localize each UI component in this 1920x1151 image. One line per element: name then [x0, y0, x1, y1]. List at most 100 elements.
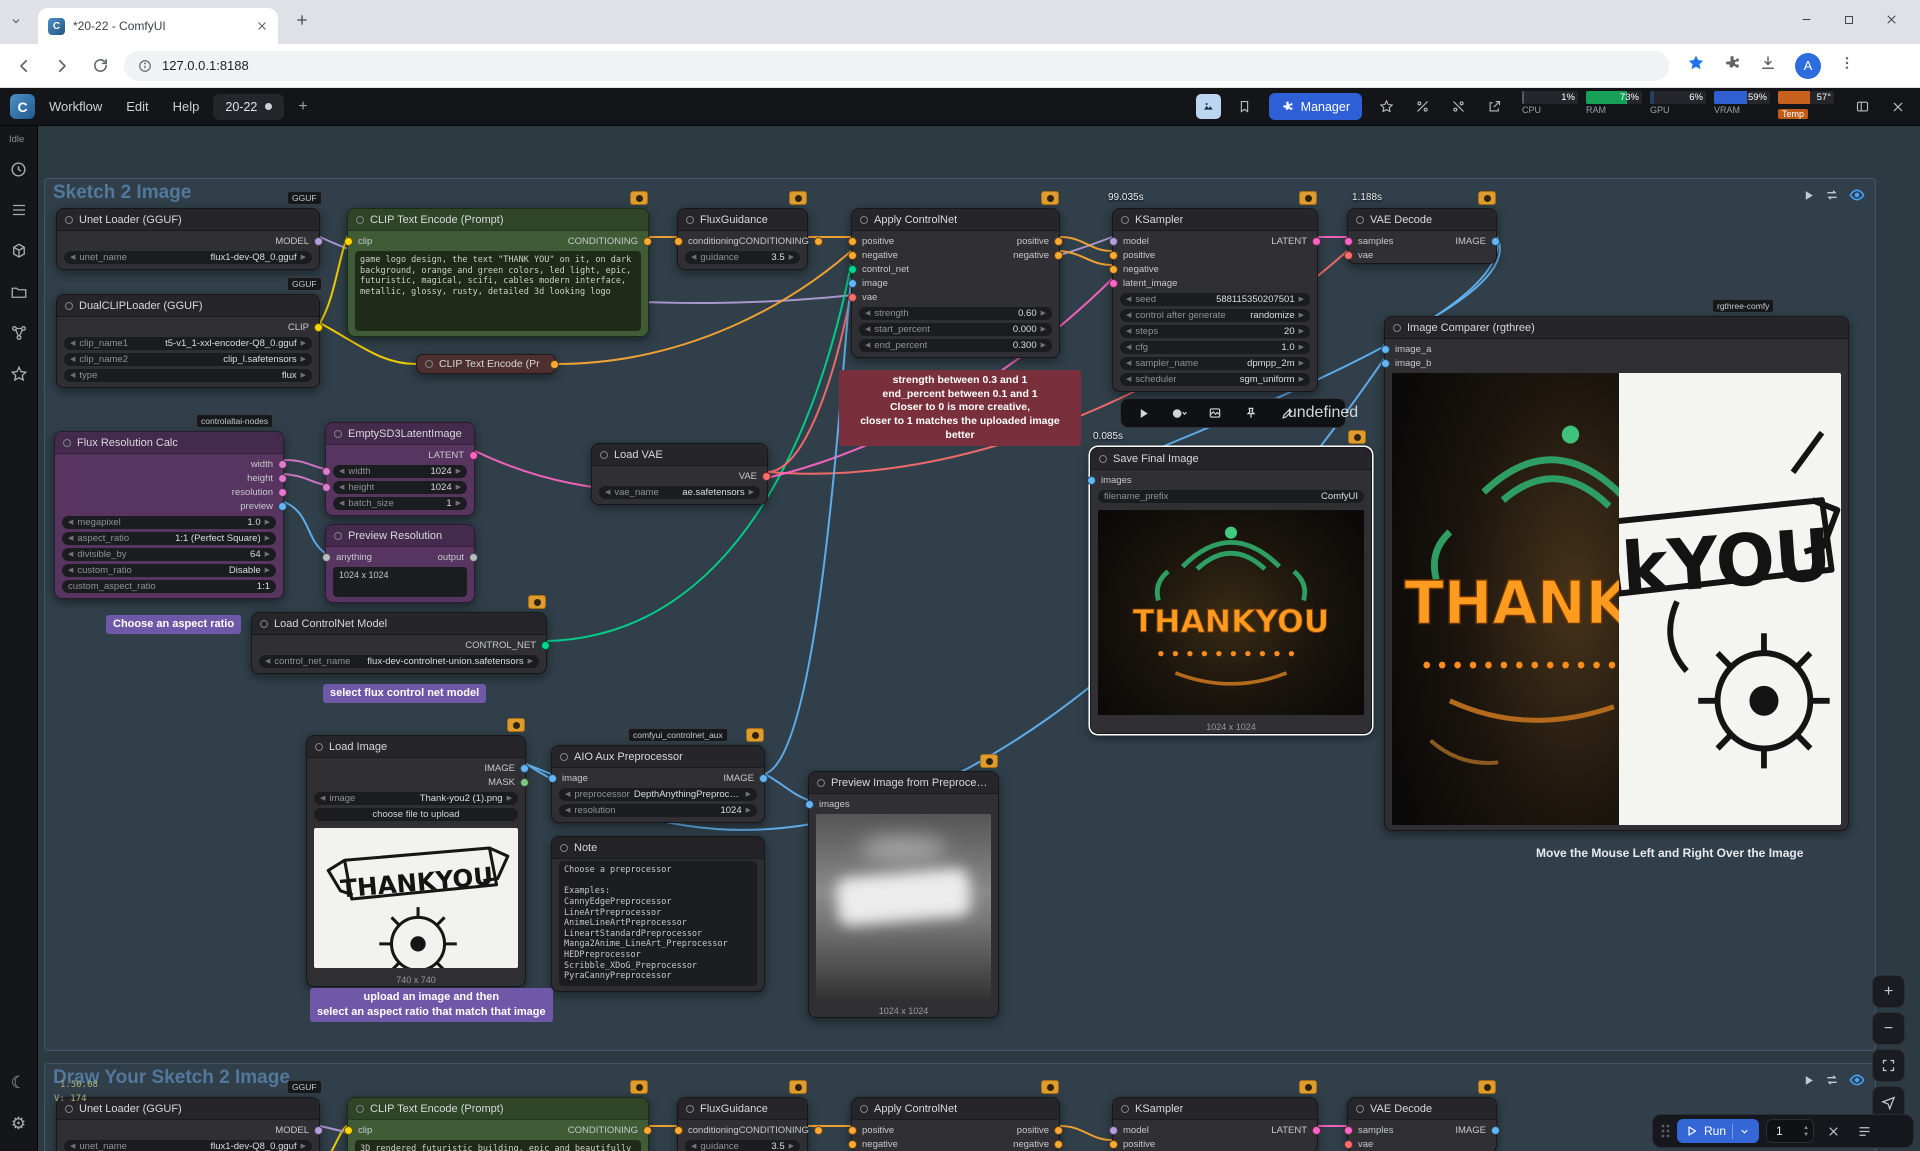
widget-custom-aspect-ratio[interactable]: custom_aspect_ratio1:1: [62, 580, 276, 593]
input-slot-icon[interactable]: [548, 774, 557, 783]
increment-icon[interactable]: ▶: [1041, 326, 1046, 333]
toggle-badges-icon[interactable]: [1446, 95, 1470, 119]
output-conditioning[interactable]: CONDITIONING: [739, 236, 823, 247]
widget-end-percent[interactable]: ◀end_percent0.300▶: [859, 339, 1052, 352]
input-slot-icon[interactable]: [848, 265, 857, 274]
collapse-dot-icon[interactable]: [860, 1105, 868, 1113]
node-emptysd3latentimage[interactable]: EmptySD3LatentImageLATENT◀width1024▶◀hei…: [325, 422, 475, 516]
increment-icon[interactable]: ▶: [265, 519, 270, 526]
node-load-controlnet-model[interactable]: Load ControlNet ModelCONTROL_NET◀control…: [251, 612, 547, 674]
widget-height[interactable]: ◀height1024▶: [333, 481, 467, 494]
input-slot-icon[interactable]: [1381, 345, 1390, 354]
input-image[interactable]: image: [548, 773, 588, 784]
tab-search-icon[interactable]: [10, 14, 22, 32]
input-image-b[interactable]: image_b: [1381, 358, 1431, 369]
close-panel-icon[interactable]: [1886, 95, 1910, 119]
increment-icon[interactable]: ▶: [746, 791, 751, 798]
input-slot-icon[interactable]: [805, 800, 814, 809]
collapse-dot-icon[interactable]: [1121, 1105, 1129, 1113]
output-clip[interactable]: CLIP: [288, 322, 323, 333]
input-slot-icon[interactable]: [848, 279, 857, 288]
tab-close-icon[interactable]: [256, 20, 268, 32]
collapse-dot-icon[interactable]: [817, 779, 825, 787]
output-latent[interactable]: LATENT: [428, 450, 478, 461]
decrement-icon[interactable]: ◀: [68, 567, 73, 574]
output-slot-icon[interactable]: [314, 237, 323, 246]
node-map-icon[interactable]: [5, 319, 33, 347]
bypass-button[interactable]: [1161, 399, 1197, 427]
widget-filename-prefix[interactable]: filename_prefixComfyUI: [1098, 490, 1364, 503]
forward-button[interactable]: [48, 52, 76, 80]
output-slot-icon[interactable]: [1312, 237, 1321, 246]
increment-icon[interactable]: ▶: [1299, 360, 1304, 367]
group-visibility-icon[interactable]: [1849, 1072, 1865, 1088]
widget-guidance[interactable]: ◀guidance3.5▶: [685, 251, 800, 264]
widget-cfg[interactable]: ◀cfg1.0▶: [1120, 341, 1310, 354]
widget-preprocessor[interactable]: ◀preprocessorDepthAnythingPreprocessor▶: [559, 788, 757, 801]
node-apply-controlnet[interactable]: Apply ControlNetpositivepositivenegative…: [851, 208, 1060, 358]
widget-scheduler[interactable]: ◀schedulersgm_uniform▶: [1120, 373, 1310, 386]
input-latent-image[interactable]: latent_image: [1109, 278, 1177, 289]
input-slot-icon[interactable]: [848, 1140, 857, 1149]
input-vae[interactable]: vae: [848, 292, 877, 303]
decrement-icon[interactable]: ◀: [865, 342, 870, 349]
node-save-final-image[interactable]: Save Final Imageimagesfilename_prefixCom…: [1090, 447, 1372, 734]
decrement-icon[interactable]: ◀: [605, 489, 610, 496]
input-slot-icon[interactable]: [1109, 1126, 1118, 1135]
output-output[interactable]: output: [438, 552, 478, 563]
output-slot-icon[interactable]: [469, 553, 478, 562]
decrement-icon[interactable]: ◀: [1126, 296, 1131, 303]
increment-icon[interactable]: ▶: [301, 356, 306, 363]
node-aio-aux-preprocessor[interactable]: AIO Aux PreprocessorimageIMAGE◀preproces…: [551, 745, 765, 823]
increment-icon[interactable]: ▶: [789, 254, 794, 261]
widget-width[interactable]: ◀width1024▶: [333, 465, 467, 478]
collapse-dot-icon[interactable]: [1099, 455, 1107, 463]
output-slot-icon[interactable]: [278, 502, 287, 511]
decrement-icon[interactable]: ◀: [70, 340, 75, 347]
batch-count-input[interactable]: 1 ▲▼: [1766, 1119, 1814, 1143]
group-visibility-icon[interactable]: [1849, 187, 1865, 203]
node-ksampler[interactable]: KSamplermodelLATENTpositivenegativelaten…: [1112, 208, 1318, 392]
input-positive[interactable]: positive: [848, 236, 894, 247]
output-slot-icon[interactable]: [1054, 1126, 1063, 1135]
input-control-net[interactable]: control_net: [848, 264, 909, 275]
increment-icon[interactable]: ▶: [1299, 376, 1304, 383]
back-button[interactable]: [10, 52, 38, 80]
decrement-icon[interactable]: ◀: [565, 791, 570, 798]
decrement-icon[interactable]: ◀: [865, 326, 870, 333]
decrement-icon[interactable]: ◀: [1126, 360, 1131, 367]
output-conditioning[interactable]: CONDITIONING: [739, 1125, 823, 1136]
output-slot-icon[interactable]: [550, 360, 559, 369]
input-anything[interactable]: anything: [322, 552, 372, 563]
widget-unet-name[interactable]: ◀unet_nameflux1-dev-Q8_0.gguf▶: [64, 1140, 312, 1151]
widget-divisible-by[interactable]: ◀divisible_by64▶: [62, 548, 276, 561]
input-clip[interactable]: clip: [344, 236, 372, 247]
decrement-icon[interactable]: ◀: [68, 535, 73, 542]
output-model[interactable]: MODEL: [275, 1125, 323, 1136]
note-text[interactable]: Choose a preprocessor Examples: CannyEdg…: [559, 861, 757, 986]
widget-type[interactable]: ◀typeflux▶: [64, 369, 312, 382]
widget-clip-name2[interactable]: ◀clip_name2clip_l.safetensors▶: [64, 353, 312, 366]
page-info-icon[interactable]: [138, 59, 152, 73]
increment-icon[interactable]: ▶: [265, 535, 270, 542]
output-slot-icon[interactable]: [1312, 1126, 1321, 1135]
output-negative[interactable]: negative: [1013, 1139, 1063, 1150]
output-image[interactable]: IMAGE: [723, 773, 768, 784]
browser-menu-icon[interactable]: [1839, 55, 1855, 76]
decrement-icon[interactable]: ◀: [339, 468, 344, 475]
increment-icon[interactable]: ▶: [1299, 344, 1304, 351]
input-model[interactable]: model: [1109, 1125, 1149, 1136]
node-load-image[interactable]: Load ImageIMAGEMASK◀imageThank-you2 (1).…: [306, 735, 526, 987]
theme-toggle-icon[interactable]: ☾: [5, 1069, 33, 1097]
collapse-dot-icon[interactable]: [334, 430, 342, 438]
group-toggle-icon[interactable]: [1825, 1073, 1839, 1087]
templates-gallery-icon[interactable]: [1196, 94, 1221, 119]
output-resolution[interactable]: resolution: [232, 487, 287, 498]
node-fluxguidance[interactable]: FluxGuidanceconditioningCONDITIONING◀gui…: [677, 208, 808, 270]
menu-edit[interactable]: Edit: [126, 99, 148, 114]
decrement-icon[interactable]: ◀: [691, 1143, 696, 1150]
increment-icon[interactable]: ▶: [1041, 342, 1046, 349]
output-model[interactable]: MODEL: [275, 236, 323, 247]
collapse-dot-icon[interactable]: [686, 216, 694, 224]
widget-clip-name1[interactable]: ◀clip_name1t5-v1_1-xxl-encoder-Q8_0.gguf…: [64, 337, 312, 350]
